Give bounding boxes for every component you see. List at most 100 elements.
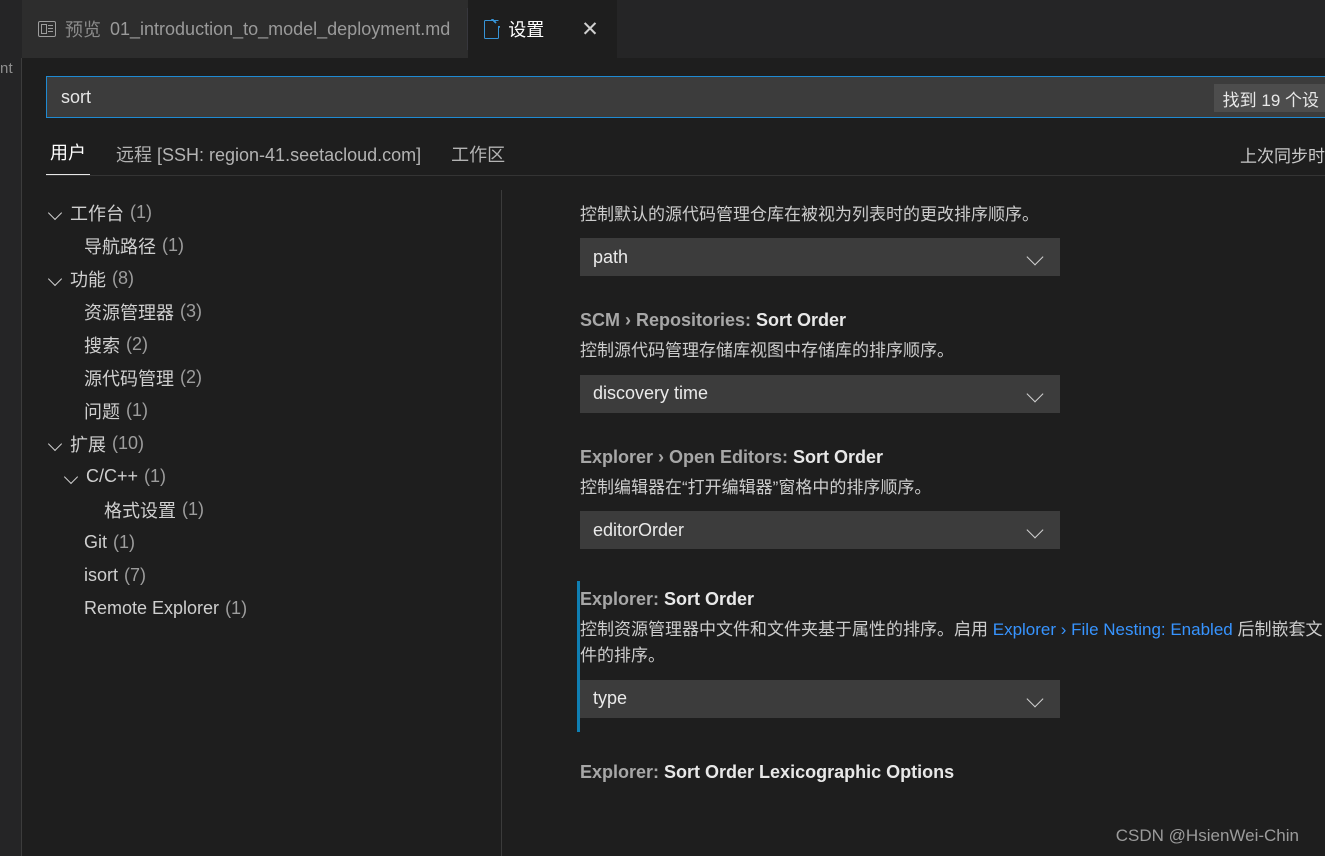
chevron-down-icon: [1029, 523, 1043, 537]
toc-item-count: (1): [126, 400, 148, 421]
setting-value-dropdown[interactable]: discovery time: [580, 375, 1060, 413]
tab-preview-markdown[interactable]: 预览 01_introduction_to_model_deployment.m…: [22, 0, 468, 58]
toc-item-label: isort: [84, 565, 118, 586]
chevron-down-icon: [1029, 692, 1043, 706]
scope-tab-remote[interactable]: 远程 [SSH: region-41.seetacloud.com]: [112, 141, 425, 176]
toc-item-count: (7): [124, 565, 146, 586]
toc-item-count: (2): [180, 367, 202, 388]
settings-toc-tree: 工作台 (1) 导航路径 (1) 功能 (8) 资源管理器 (3) 搜索 (2): [22, 190, 501, 856]
setting-title: Explorer: Sort Order Lexicographic Optio…: [580, 762, 1325, 783]
toc-item-label: 功能: [70, 266, 106, 292]
search-input[interactable]: [47, 87, 1325, 108]
toc-item-git[interactable]: Git (1): [22, 526, 501, 559]
setting-title: Explorer › Open Editors: Sort Order: [580, 447, 1325, 468]
setting-explorer-sort-order-lexicographic-options: Explorer: Sort Order Lexicographic Optio…: [502, 762, 1325, 783]
toc-item-label: 资源管理器: [84, 299, 174, 325]
tab-preview-filename: 01_introduction_to_model_deployment.md: [110, 19, 450, 40]
setting-explorer-open-editors-sort-order: Explorer › Open Editors: Sort Order 控制编辑…: [502, 447, 1325, 549]
chevron-down-icon[interactable]: [46, 269, 66, 289]
setting-value: path: [593, 247, 628, 268]
settings-search-area: 找到 19 个设: [46, 76, 1325, 118]
toc-item-breadcrumbs[interactable]: 导航路径 (1): [22, 229, 501, 262]
toc-item-count: (1): [130, 202, 152, 223]
setting-description-link[interactable]: Explorer › File Nesting: Enabled: [993, 620, 1233, 639]
toc-item-count: (2): [126, 334, 148, 355]
setting-value-dropdown[interactable]: editorOrder: [580, 511, 1060, 549]
editor-tab-bar: 预览 01_introduction_to_model_deployment.m…: [22, 0, 1325, 58]
toc-item-count: (1): [225, 598, 247, 619]
setting-description: 控制默认的源代码管理仓库在被视为列表时的更改排序顺序。: [580, 202, 1325, 228]
watermark: CSDN @HsienWei-Chin: [1116, 826, 1299, 846]
toc-item-count: (10): [112, 433, 144, 454]
setting-title: SCM › Repositories: Sort Order: [580, 310, 1325, 331]
chevron-down-icon: [1029, 387, 1043, 401]
toc-item-label: 导航路径: [84, 233, 156, 259]
toc-item-label: Git: [84, 532, 107, 553]
toc-item-count: (1): [162, 235, 184, 256]
toc-item-label: 问题: [84, 398, 120, 424]
setting-value: type: [593, 688, 627, 709]
setting-value-dropdown[interactable]: type: [580, 680, 1060, 718]
search-result-count-badge: 找到 19 个设: [1214, 84, 1325, 112]
tab-preview-prefix: 预览: [65, 16, 101, 42]
setting-scm-default-repository-sort-order: 控制默认的源代码管理仓库在被视为列表时的更改排序顺序。 path: [502, 202, 1325, 276]
toc-item-label: 格式设置: [104, 497, 176, 523]
left-edge-clipped-text: nt: [0, 60, 22, 77]
toc-item-label: 搜索: [84, 332, 120, 358]
setting-value-dropdown[interactable]: path: [580, 238, 1060, 276]
toc-item-label: 扩展: [70, 431, 106, 457]
file-icon: [484, 20, 499, 39]
setting-title-key: Sort Order: [756, 310, 846, 330]
setting-description: 控制编辑器在“打开编辑器”窗格中的排序顺序。: [580, 475, 1325, 501]
preview-icon: [38, 21, 56, 37]
toc-item-isort[interactable]: isort (7): [22, 559, 501, 592]
chevron-down-icon[interactable]: [46, 434, 66, 454]
settings-scope-tabs: 用户 远程 [SSH: region-41.seetacloud.com] 工作…: [46, 136, 1325, 180]
toc-item-label: C/C++: [86, 466, 138, 487]
setting-value: editorOrder: [593, 520, 684, 541]
setting-title-key: Sort Order Lexicographic Options: [664, 762, 954, 782]
toc-item-features[interactable]: 功能 (8): [22, 262, 501, 295]
left-edge-strip: nt: [0, 0, 22, 856]
chevron-down-icon: [1029, 250, 1043, 264]
setting-title-key: Sort Order: [664, 589, 754, 609]
settings-list: 控制默认的源代码管理仓库在被视为列表时的更改排序顺序。 path SCM › R…: [502, 190, 1325, 856]
toc-item-count: (1): [182, 499, 204, 520]
toc-item-problems[interactable]: 问题 (1): [22, 394, 501, 427]
setting-title-prefix: SCM › Repositories:: [580, 310, 756, 330]
toc-item-count: (3): [180, 301, 202, 322]
toc-item-label: 工作台: [70, 200, 124, 226]
chevron-down-icon[interactable]: [62, 467, 82, 487]
scope-tabs-underline: [46, 175, 1325, 176]
tab-settings[interactable]: 设置 ✕: [468, 0, 617, 58]
toc-item-search[interactable]: 搜索 (2): [22, 328, 501, 361]
toc-item-remote-explorer[interactable]: Remote Explorer (1): [22, 592, 501, 625]
setting-description-part1: 控制资源管理器中文件和文件夹基于属性的排序。启用: [580, 620, 993, 639]
toc-item-explorer[interactable]: 资源管理器 (3): [22, 295, 501, 328]
setting-description: 控制资源管理器中文件和文件夹基于属性的排序。启用 Explorer › File…: [580, 617, 1325, 670]
chevron-down-icon[interactable]: [46, 203, 66, 223]
setting-title-prefix: Explorer:: [580, 589, 664, 609]
setting-title-prefix: Explorer:: [580, 762, 664, 782]
toc-item-formatting[interactable]: 格式设置 (1): [22, 493, 501, 526]
setting-explorer-sort-order: Explorer: Sort Order 控制资源管理器中文件和文件夹基于属性的…: [502, 589, 1325, 718]
scope-tab-workspace[interactable]: 工作区: [447, 141, 509, 176]
setting-description-part2: 后: [1233, 620, 1255, 639]
tab-settings-label: 设置: [508, 16, 544, 42]
setting-title-key: Sort Order: [793, 447, 883, 467]
settings-search-box[interactable]: 找到 19 个设: [46, 76, 1325, 118]
toc-item-cpp[interactable]: C/C++ (1): [22, 460, 501, 493]
toc-item-count: (8): [112, 268, 134, 289]
setting-title: Explorer: Sort Order: [580, 589, 1325, 610]
toc-item-extensions[interactable]: 扩展 (10): [22, 427, 501, 460]
last-sync-note: 上次同步时: [1240, 142, 1325, 167]
toc-item-label: Remote Explorer: [84, 598, 219, 619]
toc-item-workbench[interactable]: 工作台 (1): [22, 196, 501, 229]
settings-editor-window: nt 预览 01_introduction_to_model_deploymen…: [0, 0, 1325, 856]
toc-item-label: 源代码管理: [84, 365, 174, 391]
scope-tab-user[interactable]: 用户: [46, 139, 90, 176]
close-icon[interactable]: ✕: [581, 19, 599, 40]
setting-description: 控制源代码管理存储库视图中存储库的排序顺序。: [580, 338, 1325, 364]
toc-item-count: (1): [144, 466, 166, 487]
toc-item-scm[interactable]: 源代码管理 (2): [22, 361, 501, 394]
